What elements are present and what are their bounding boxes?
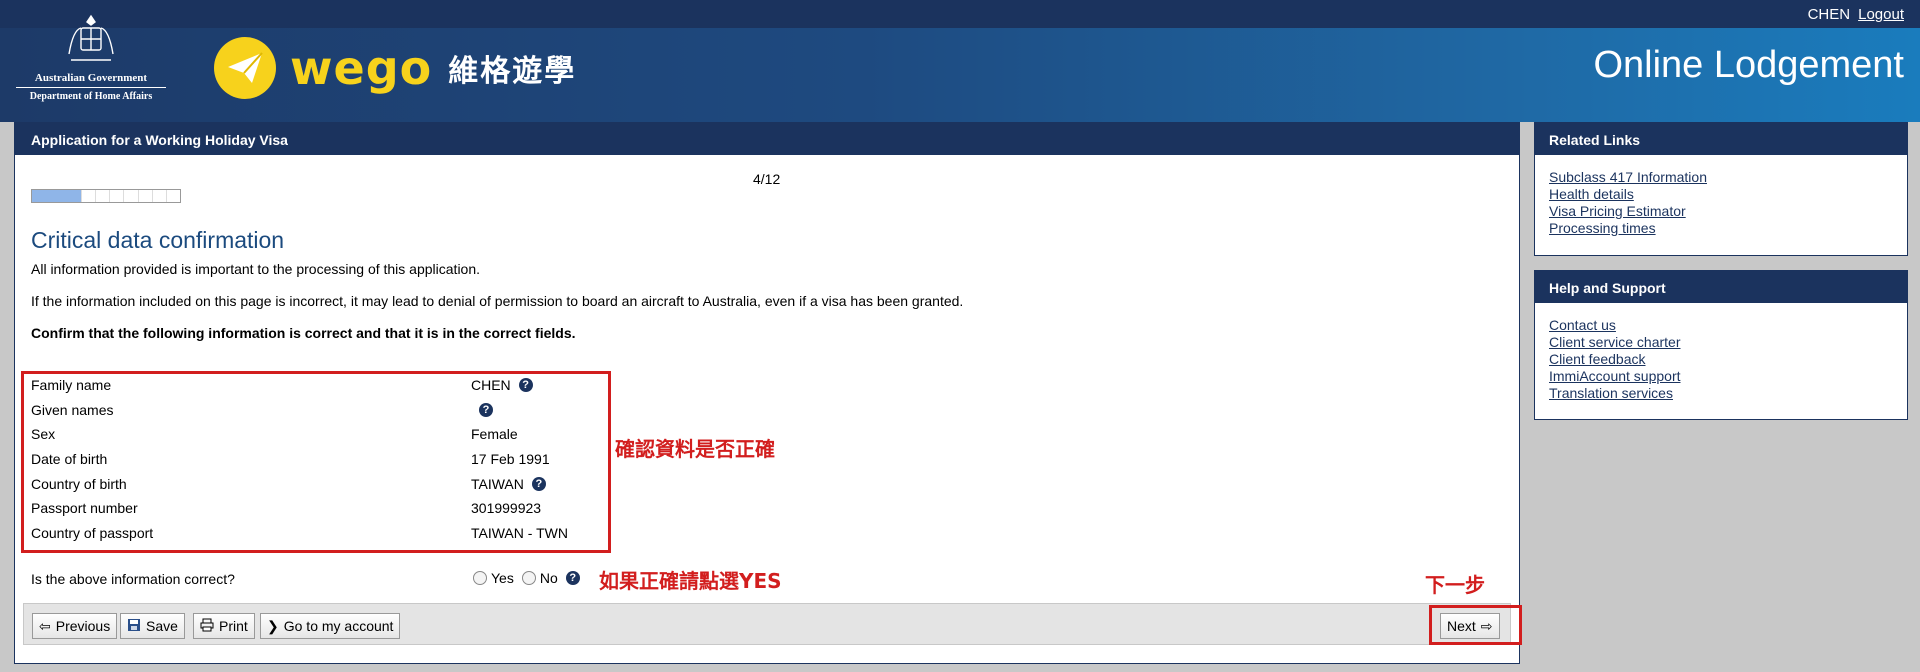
- progress-segment: [109, 190, 123, 202]
- top-strip: [0, 0, 1920, 28]
- site-header: CHEN Logout Australian Government Departm…: [0, 0, 1920, 122]
- action-toolbar: ⇦ Previous Save Print ❯ Go to my account N…: [23, 603, 1522, 645]
- progress-segment: [137, 190, 152, 202]
- user-name: CHEN: [1807, 6, 1851, 23]
- application-panel: Application for a Working Holiday Visa 4…: [14, 122, 1522, 664]
- help-link[interactable]: Translation services: [1549, 385, 1673, 401]
- gov-line2: Department of Home Affairs: [16, 87, 166, 102]
- related-links-title: Related Links: [1535, 123, 1907, 155]
- previous-label: Previous: [55, 618, 111, 634]
- help-link[interactable]: Client service charter: [1549, 334, 1681, 350]
- account-label: Go to my account: [283, 618, 394, 634]
- progress-segment: [80, 190, 95, 202]
- annotation-box-data: [21, 371, 611, 553]
- paper-plane-icon: [214, 37, 276, 99]
- related-link[interactable]: Subclass 417 Information: [1549, 169, 1707, 185]
- progress-fill: [32, 190, 81, 202]
- progress-bar: [31, 189, 181, 203]
- panel-title: Application for a Working Holiday Visa: [15, 123, 1519, 155]
- help-link[interactable]: Client feedback: [1549, 351, 1646, 367]
- annotation-next-step: 下一步: [1425, 573, 1485, 597]
- site-title: Online Lodgement: [1593, 44, 1904, 86]
- brand-chinese: 維格遊學: [448, 54, 577, 89]
- coat-of-arms-icon: [68, 14, 114, 61]
- government-crest: Australian Government Department of Home…: [16, 10, 166, 106]
- user-bar: CHEN Logout: [1808, 6, 1904, 23]
- wego-logo: wego 維格遊學: [212, 30, 576, 106]
- related-links-panel: Related Links Subclass 417 Information H…: [1534, 122, 1908, 256]
- annotation-box-next: [1429, 605, 1522, 645]
- help-support-panel: Help and Support Contact us Client servi…: [1534, 270, 1908, 420]
- no-label[interactable]: No: [540, 570, 558, 586]
- arrow-left-icon: ⇦: [39, 617, 51, 634]
- intro-text-2: If the information included on this page…: [31, 293, 964, 309]
- progress-segment: [151, 190, 166, 202]
- no-radio[interactable]: [521, 571, 536, 585]
- help-support-title: Help and Support: [1535, 271, 1907, 303]
- help-link[interactable]: Contact us: [1549, 317, 1616, 333]
- previous-button[interactable]: ⇦ Previous: [32, 613, 118, 639]
- annotation-confirm-data: 確認資料是否正確: [615, 437, 775, 461]
- yes-radio[interactable]: [473, 571, 487, 585]
- floppy-disk-icon: [127, 618, 141, 635]
- progress-segment: [165, 190, 180, 202]
- yes-label[interactable]: Yes: [491, 570, 514, 586]
- printer-icon: [200, 618, 214, 635]
- annotation-select-yes: 如果正確請點選YES: [599, 569, 782, 593]
- help-link[interactable]: ImmiAccount support: [1549, 368, 1681, 384]
- confirm-question: Is the above information correct?: [31, 571, 235, 587]
- intro-text-3: Confirm that the following information i…: [31, 325, 576, 341]
- intro-text-1: All information provided is important to…: [31, 261, 481, 277]
- go-to-account-button[interactable]: ❯ Go to my account: [260, 613, 401, 639]
- gov-line1: Australian Government: [34, 72, 148, 84]
- save-button[interactable]: Save: [120, 613, 185, 639]
- save-label: Save: [146, 618, 178, 634]
- chevron-right-icon: ❯: [267, 617, 279, 634]
- logout-link[interactable]: Logout: [1858, 6, 1904, 23]
- progress-segment: [95, 190, 109, 202]
- print-button[interactable]: Print: [193, 613, 255, 639]
- confirm-radio-group: Yes No ?: [473, 570, 580, 586]
- related-link[interactable]: Visa Pricing Estimator: [1549, 203, 1686, 219]
- related-link[interactable]: Processing times: [1549, 220, 1656, 236]
- related-link[interactable]: Health details: [1549, 186, 1634, 202]
- print-label: Print: [219, 618, 248, 634]
- help-icon[interactable]: ?: [565, 571, 580, 585]
- progress-segment: [123, 190, 137, 202]
- page-title: Critical data confirmation: [31, 227, 285, 253]
- step-counter: 4/12: [753, 171, 781, 187]
- brand-word: wego: [290, 41, 433, 95]
